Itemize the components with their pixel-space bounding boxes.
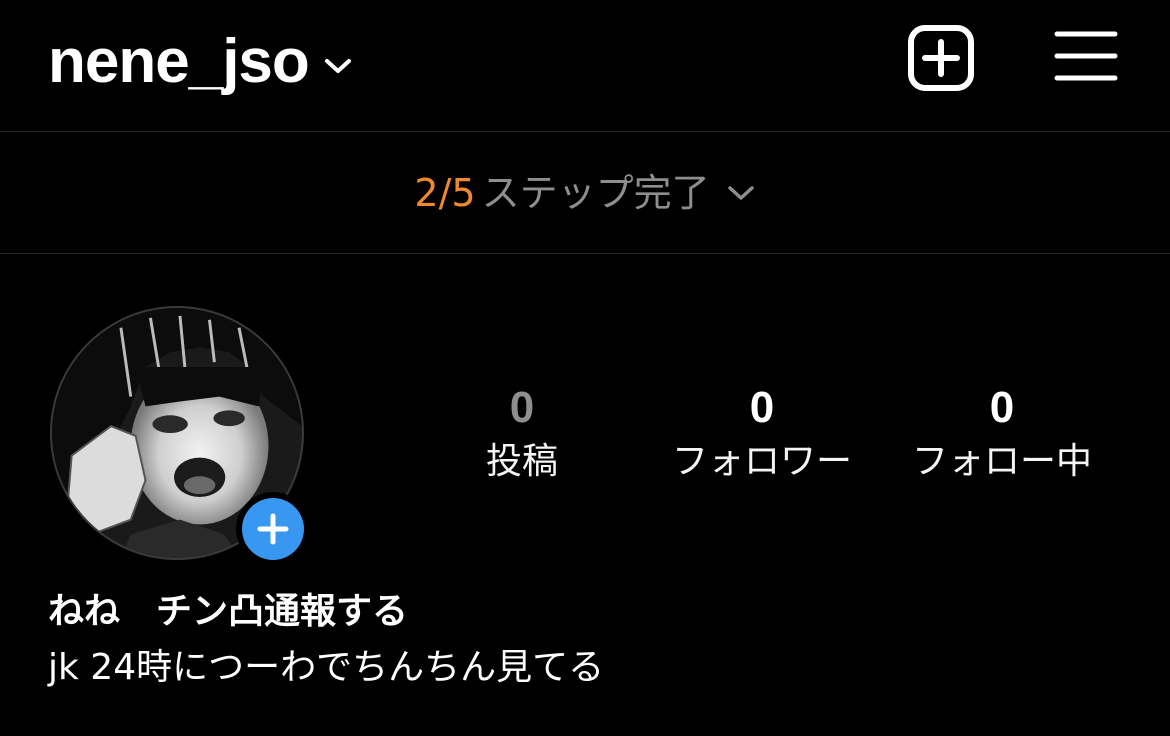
hamburger-menu-icon bbox=[1054, 31, 1118, 81]
menu-button[interactable] bbox=[1054, 30, 1118, 82]
add-story-badge bbox=[242, 498, 304, 560]
posts-label: 投稿 bbox=[485, 441, 558, 482]
steps-completed-label: ステップ完了 bbox=[481, 170, 710, 215]
steps-completed-count: 2/5 bbox=[414, 170, 476, 215]
username-title: nene_jso bbox=[48, 27, 310, 96]
following-stat[interactable]: 0 フォロー中 bbox=[882, 384, 1122, 484]
followers-count: 0 bbox=[749, 383, 775, 432]
account-switcher[interactable]: nene_jso bbox=[48, 22, 353, 102]
followers-label: フォロワー bbox=[671, 441, 852, 482]
profile-bio: jk 24時につーわでちんちん見てる bbox=[48, 647, 605, 688]
following-count: 0 bbox=[989, 383, 1015, 432]
setup-progress-content: 2/5 ステップ完了 bbox=[414, 174, 755, 212]
posts-count: 0 bbox=[509, 383, 535, 432]
followers-stat[interactable]: 0 フォロワー bbox=[642, 384, 882, 484]
top-navigation-bar: nene_jso bbox=[0, 0, 1170, 132]
plus-square-icon bbox=[908, 25, 974, 91]
plus-icon bbox=[257, 513, 289, 545]
profile-setup-progress[interactable]: 2/5 ステップ完了 bbox=[0, 132, 1170, 254]
profile-display-name: ねね チン凸通報する bbox=[48, 591, 409, 632]
add-story-button[interactable] bbox=[236, 492, 310, 566]
following-label: フォロー中 bbox=[911, 441, 1092, 482]
chevron-down-icon bbox=[727, 185, 754, 200]
posts-stat[interactable]: 0 投稿 bbox=[402, 384, 642, 484]
chevron-down-icon bbox=[324, 59, 351, 73]
create-new-button[interactable] bbox=[907, 24, 975, 92]
